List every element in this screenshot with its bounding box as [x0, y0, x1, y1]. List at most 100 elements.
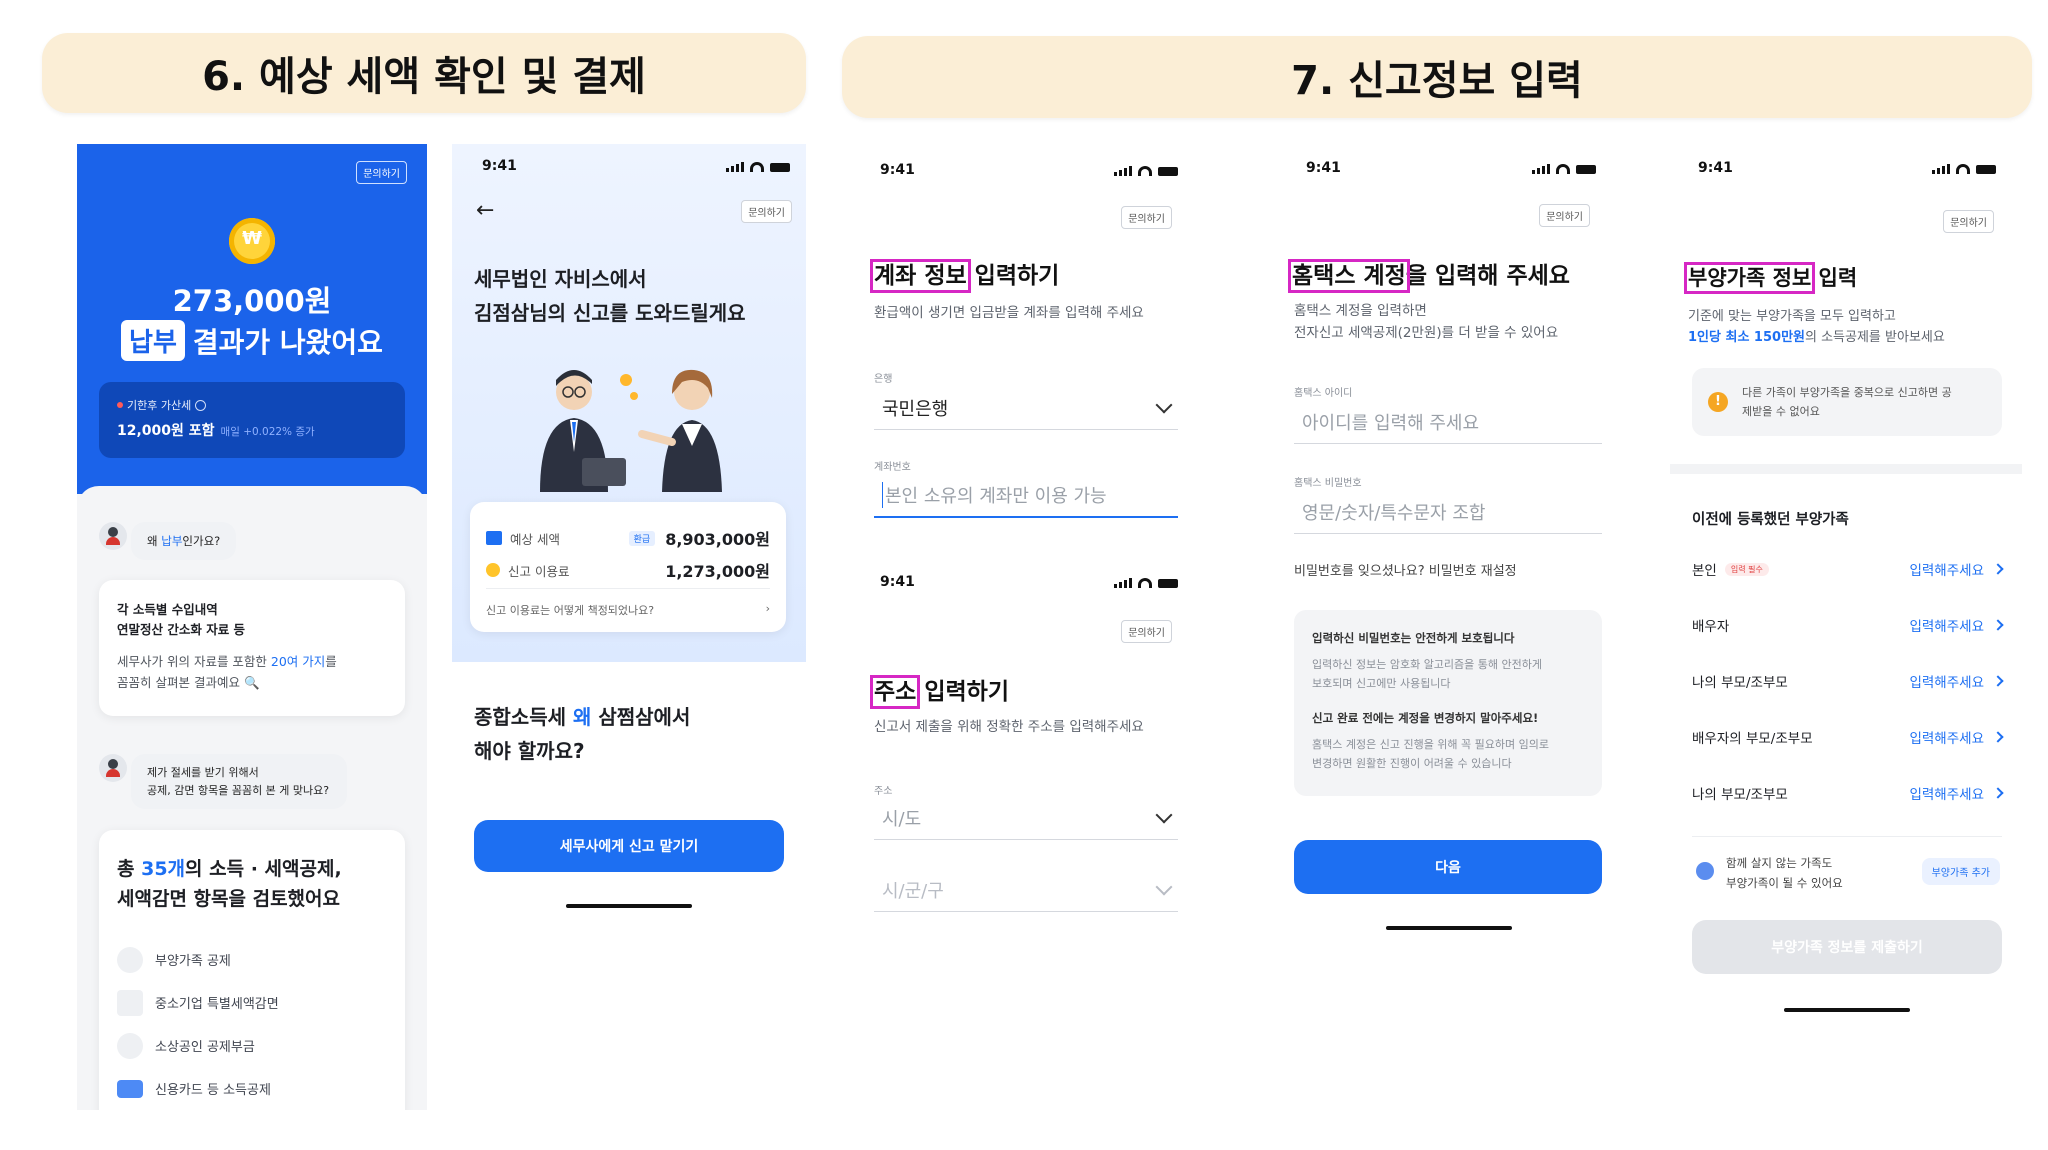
card2-a: 총 — [117, 858, 142, 880]
dependent-row-spouse-parents[interactable]: 배우자의 부모/조부모 입력해주세요 — [1692, 722, 2004, 752]
add-dependent-button[interactable]: 부양가족 추가 — [1921, 858, 2000, 885]
late-fee-label: 기한후 가산세 — [127, 399, 192, 412]
q2-line1: 제가 절세를 받기 위해서 — [147, 766, 259, 779]
deduction-item: 부양가족 공제 — [117, 938, 279, 981]
why-heading: 종합소득세 왜 삼쩜삼에서 해야 할까요? — [474, 700, 690, 768]
deduction-item: 소상공인 공제부금 — [117, 1024, 279, 1067]
hometax-title-highlight: 홈택스 계정 — [1288, 259, 1410, 293]
account-subtitle: 환급액이 생기면 입금받을 계좌를 입력해 주세요 — [874, 305, 1144, 321]
bank-select[interactable]: 국민은행 — [874, 386, 1178, 430]
status-icons — [1532, 164, 1596, 174]
dependent-row-my-parents[interactable]: 나의 부모/조부모 입력해주세요 — [1692, 666, 2004, 696]
hometax-pw-input[interactable]: 영문/숫자/특수문자 조합 — [1294, 490, 1602, 534]
row-link[interactable]: 입력해주세요 — [1909, 615, 2004, 635]
hometax-id-input[interactable]: 아이디를 입력해 주세요 — [1294, 400, 1602, 444]
row-link[interactable]: 입력해주세요 — [1909, 783, 2004, 803]
info-body-1b: 보호되며 신고에만 사용됩니다 — [1312, 676, 1451, 690]
warning-line2: 제받을 수 없어요 — [1742, 404, 1820, 418]
q1-suffix: 인가요? — [182, 534, 221, 548]
result-text: 결과가 나왔어요 — [192, 325, 383, 359]
magnifier-icon: 🔍 — [243, 674, 260, 690]
info-icon[interactable] — [195, 399, 207, 411]
city-select[interactable]: 시/도 — [874, 796, 1178, 840]
row-link[interactable]: 입력해주세요 — [1909, 559, 2004, 579]
wifi-icon — [1956, 164, 1970, 174]
submit-dependents-button[interactable]: 부양가족 정보를 제출하기 — [1692, 920, 2002, 974]
hometax-title: 홈택스 계정을 입력해 주세요 — [1288, 256, 1570, 293]
refund-tag: 환급 — [628, 530, 656, 546]
wifi-icon — [1556, 164, 1570, 174]
account-number-input[interactable]: 본인 소유의 계좌만 이용 가능 — [874, 474, 1178, 518]
delegate-filing-button[interactable]: 세무사에게 신고 맡기기 — [474, 820, 784, 872]
why-hl: 왜 — [572, 705, 592, 729]
status-icons — [726, 162, 790, 172]
result-amount: 273,000원 — [172, 284, 332, 318]
battery-icon — [1576, 164, 1596, 174]
chevron-right-icon — [1992, 787, 2004, 799]
question-bubble-1[interactable]: 왜 납부인가요? — [131, 522, 237, 560]
why-line2: 해야 할까요? — [474, 739, 585, 763]
consultation-illustration — [540, 369, 722, 492]
city-placeholder: 시/도 — [882, 808, 922, 830]
dependents-title-rest: 입력 — [1811, 266, 1858, 290]
home-indicator — [1784, 1008, 1910, 1012]
hometax-sub1: 홈택스 계정을 입력하면 — [1294, 303, 1427, 319]
battery-icon — [770, 162, 790, 172]
building-icon — [117, 989, 143, 1016]
row-link[interactable]: 입력해주세요 — [1909, 727, 2004, 747]
dependents-title-highlight: 부양가족 정보 — [1683, 262, 1816, 294]
ask-button[interactable]: 문의하기 — [1121, 206, 1172, 229]
deduction-item: 중소기업 특별세액감면 — [117, 981, 279, 1024]
duplicate-warning: ! 다른 가족이 부양가족을 중복으로 신고하면 공 제받을 수 없어요 — [1692, 368, 2002, 436]
next-button[interactable]: 다음 — [1294, 840, 1602, 894]
question-bubble-2[interactable]: 제가 절세를 받기 위해서 공제, 감면 항목을 꼼꼼히 본 게 맞나요? — [131, 754, 347, 810]
coin-small-icon — [486, 563, 500, 577]
extra-line1: 함께 살지 않는 가족도 — [1726, 856, 1833, 870]
hometax-id-label: 홈택스 아이디 — [1294, 388, 1353, 399]
agency-heading-line2: 김점삼님의 신고를 도와드릴게요 — [474, 301, 746, 325]
warning-icon: ! — [1708, 392, 1728, 412]
screen-hometax: 9:41 문의하기 홈택스 계정을 입력해 주세요 홈택스 계정을 입력하면 전… — [1282, 150, 1622, 950]
section-divider — [1670, 464, 2022, 474]
back-arrow-icon[interactable]: ← — [476, 198, 494, 223]
ask-button[interactable]: 문의하기 — [356, 161, 407, 184]
signal-icon — [1114, 166, 1132, 176]
district-select[interactable]: 시/군/구 — [874, 868, 1178, 912]
ask-button[interactable]: 문의하기 — [1539, 204, 1590, 227]
password-reset-link[interactable]: 비밀번호를 잊으셨나요? 비밀번호 재설정 — [1294, 560, 1517, 579]
row-link[interactable]: 입력해주세요 — [1909, 671, 2004, 691]
wifi-icon — [1138, 166, 1152, 176]
address-title: 주소 입력하기 — [869, 672, 1009, 709]
chevron-down-icon — [1155, 396, 1173, 413]
account-title: 계좌 정보 입력하기 — [870, 256, 1059, 293]
section-6-title: 6. 예상 세액 확인 및 결제 — [202, 54, 646, 100]
signal-icon — [1532, 164, 1550, 174]
card1-line1: 각 소득별 수입내역 — [117, 602, 218, 617]
bank-building-icon — [486, 531, 502, 545]
dependents-sub2-rest: 의 소득공제를 받아보세요 — [1805, 330, 1945, 346]
hometax-id-placeholder: 아이디를 입력해 주세요 — [1302, 412, 1480, 434]
dependent-row-my-parents-2[interactable]: 나의 부모/조부모 입력해주세요 — [1692, 778, 2004, 808]
info-body-2a: 홈택스 계정은 신고 진행을 위해 꼭 필요하며 임의로 — [1312, 738, 1549, 751]
ask-button[interactable]: 문의하기 — [1121, 620, 1172, 643]
section-6-header: 6. 예상 세액 확인 및 결제 — [42, 33, 806, 113]
deduction-item: 신용카드 등 소득공제 — [117, 1067, 279, 1110]
hometax-pw-label: 홈택스 비밀번호 — [1294, 478, 1362, 489]
ask-button[interactable]: 문의하기 — [741, 200, 792, 223]
address-label: 주소 — [874, 786, 893, 797]
dependent-row-spouse[interactable]: 배우자 입력해주세요 — [1692, 610, 2004, 640]
card1-body-b: 를 — [325, 654, 337, 669]
dependent-row-self[interactable]: 본인 입력 필수 입력해주세요 — [1692, 554, 2004, 584]
advisor-avatar-2 — [99, 754, 127, 782]
chevron-right-icon — [1992, 563, 2004, 575]
account-title-highlight: 계좌 정보 — [870, 259, 971, 293]
fee-info-link[interactable]: 신고 이용료는 어떻게 책정되었나요? › — [486, 602, 770, 618]
section-7-header: 7. 신고정보 입력 — [842, 36, 2032, 118]
ask-button[interactable]: 문의하기 — [1943, 210, 1994, 233]
status-time: 9:41 — [1698, 160, 1733, 176]
screen-account: 9:41 문의하기 계좌 정보 입력하기 환급액이 생기면 입금받을 계좌를 입… — [858, 150, 1194, 570]
card1-body-a: 세무사가 위의 자료를 포함한 — [117, 654, 271, 669]
chevron-right-icon — [1992, 619, 2004, 631]
security-info-box: 입력하신 비밀번호는 안전하게 보호됩니다 입력하신 정보는 암호화 알고리즘을… — [1294, 610, 1602, 796]
warning-line1: 다른 가족이 부양가족을 중복으로 신고하면 공 — [1742, 386, 1952, 399]
